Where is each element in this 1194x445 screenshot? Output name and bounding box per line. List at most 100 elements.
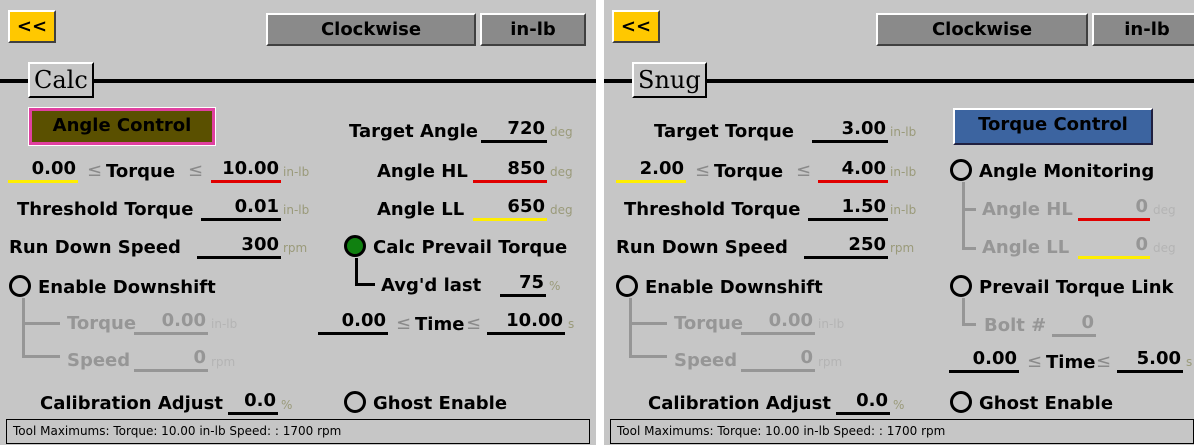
rundown-label: Run Down Speed (616, 237, 788, 258)
bolt-field[interactable]: 0 (1052, 312, 1096, 337)
tree-line (22, 298, 25, 356)
tree-line (22, 355, 60, 358)
torque-control-button[interactable]: Torque Control (953, 108, 1153, 145)
direction-button[interactable]: Clockwise (266, 13, 476, 46)
angle-monitoring-radio[interactable] (950, 159, 972, 181)
calc-panel: << Clockwise in-lb Calc Angle Control Ta… (0, 0, 596, 445)
ds-torque-unit: in-lb (818, 317, 845, 331)
tree-line (629, 355, 667, 358)
threshold-label: Threshold Torque (17, 199, 194, 220)
calib-unit: % (893, 398, 905, 412)
le-symbol: ≤ (1096, 351, 1112, 372)
calib-field[interactable]: 0.0 (836, 390, 890, 415)
direction-button[interactable]: Clockwise (876, 13, 1088, 46)
unit-button[interactable]: in-lb (480, 13, 586, 46)
angle-ll-field[interactable]: 0 (1078, 234, 1150, 259)
back-button[interactable]: << (612, 10, 660, 43)
angle-monitoring-label: Angle Monitoring (979, 161, 1155, 182)
angle-hl-label: Angle HL (982, 199, 1073, 220)
tree-line (629, 322, 667, 325)
angle-ll-label: Angle LL (982, 237, 1070, 258)
threshold-field[interactable]: 1.50 (808, 196, 888, 221)
calc-prevail-radio[interactable] (344, 235, 366, 257)
tree-line (962, 323, 976, 326)
time-max-field[interactable]: 10.00 (487, 310, 565, 335)
ds-torque-label: Torque (67, 313, 137, 334)
avgd-field[interactable]: 75 (500, 272, 546, 297)
ds-torque-unit: in-lb (211, 317, 238, 331)
time-min-field[interactable]: 0.00 (949, 348, 1019, 373)
time-min-field[interactable]: 0.00 (318, 310, 388, 335)
angle-ll-unit: deg (550, 203, 573, 217)
downshift-label: Enable Downshift (645, 277, 823, 298)
ds-speed-field[interactable]: 0 (134, 347, 208, 372)
torque-unit: in-lb (890, 165, 917, 179)
calib-label: Calibration Adjust (40, 393, 223, 414)
downshift-radio[interactable] (616, 275, 638, 297)
rundown-unit: rpm (283, 241, 308, 255)
ghost-label: Ghost Enable (373, 393, 508, 414)
threshold-label: Threshold Torque (624, 199, 801, 220)
time-max-field[interactable]: 5.00 (1117, 348, 1183, 373)
time-unit: s (1186, 355, 1193, 369)
unit-button[interactable]: in-lb (1092, 13, 1194, 46)
tab-calc[interactable]: Calc (28, 62, 94, 98)
ds-speed-unit: rpm (818, 355, 843, 369)
ds-speed-unit: rpm (211, 355, 236, 369)
le-symbol: ≤ (1027, 351, 1043, 372)
target-torque-label: Target Torque (654, 121, 794, 142)
le-symbol: ≤ (396, 313, 412, 334)
target-torque-unit: in-lb (890, 125, 917, 139)
torque-unit: in-lb (283, 165, 310, 179)
ds-speed-label: Speed (67, 350, 131, 371)
back-button[interactable]: << (8, 10, 56, 43)
target-angle-label: Target Angle (349, 121, 478, 142)
tree-line (355, 258, 358, 286)
ghost-radio[interactable] (950, 391, 972, 413)
bolt-label: Bolt # (984, 315, 1047, 336)
angle-control-button[interactable]: Angle Control (28, 107, 216, 146)
avgd-unit: % (549, 279, 561, 293)
torque-min-field[interactable]: 0.00 (8, 158, 78, 183)
target-angle-unit: deg (550, 125, 573, 139)
status-bar: Tool Maximums: Torque: 10.00 in-lb Speed… (610, 419, 1194, 444)
threshold-field[interactable]: 0.01 (201, 196, 281, 221)
tree-line (962, 182, 965, 250)
angle-hl-label: Angle HL (377, 161, 468, 182)
torque-label: Torque (714, 161, 784, 182)
angle-hl-field[interactable]: 850 (473, 158, 547, 183)
torque-min-field[interactable]: 2.00 (616, 158, 686, 183)
ds-torque-label: Torque (674, 313, 744, 334)
calib-label: Calibration Adjust (648, 393, 831, 414)
status-bar: Tool Maximums: Torque: 10.00 in-lb Speed… (6, 419, 590, 444)
ds-torque-field[interactable]: 0.00 (134, 310, 208, 335)
downshift-radio[interactable] (9, 275, 31, 297)
avgd-label: Avg'd last (381, 275, 482, 296)
time-unit: s (568, 317, 575, 331)
tree-line (962, 208, 976, 211)
calib-field[interactable]: 0.0 (228, 390, 278, 415)
angle-hl-unit: deg (1153, 203, 1176, 217)
target-angle-field[interactable]: 720 (481, 118, 547, 143)
prevail-link-radio[interactable] (950, 275, 972, 297)
torque-label: Torque (106, 161, 176, 182)
ds-speed-field[interactable]: 0 (741, 347, 815, 372)
angle-hl-field[interactable]: 0 (1078, 196, 1150, 221)
le-symbol: ≤ (87, 160, 103, 181)
ghost-radio[interactable] (344, 391, 366, 413)
time-label: Time (1046, 352, 1096, 373)
snug-panel: << Clockwise in-lb Snug Target Torque 3.… (604, 0, 1194, 445)
ds-torque-field[interactable]: 0.00 (741, 310, 815, 335)
torque-max-field[interactable]: 4.00 (818, 158, 888, 183)
tab-snug[interactable]: Snug (632, 62, 707, 98)
target-torque-field[interactable]: 3.00 (812, 118, 888, 143)
rundown-field[interactable]: 250 (804, 234, 888, 259)
angle-ll-field[interactable]: 650 (473, 196, 547, 221)
rundown-field[interactable]: 300 (197, 234, 281, 259)
torque-max-field[interactable]: 10.00 (211, 158, 281, 183)
tree-line (962, 247, 976, 250)
le-symbol: ≤ (188, 160, 204, 181)
angle-ll-label: Angle LL (377, 199, 465, 220)
le-symbol: ≤ (695, 160, 711, 181)
threshold-unit: in-lb (890, 203, 917, 217)
